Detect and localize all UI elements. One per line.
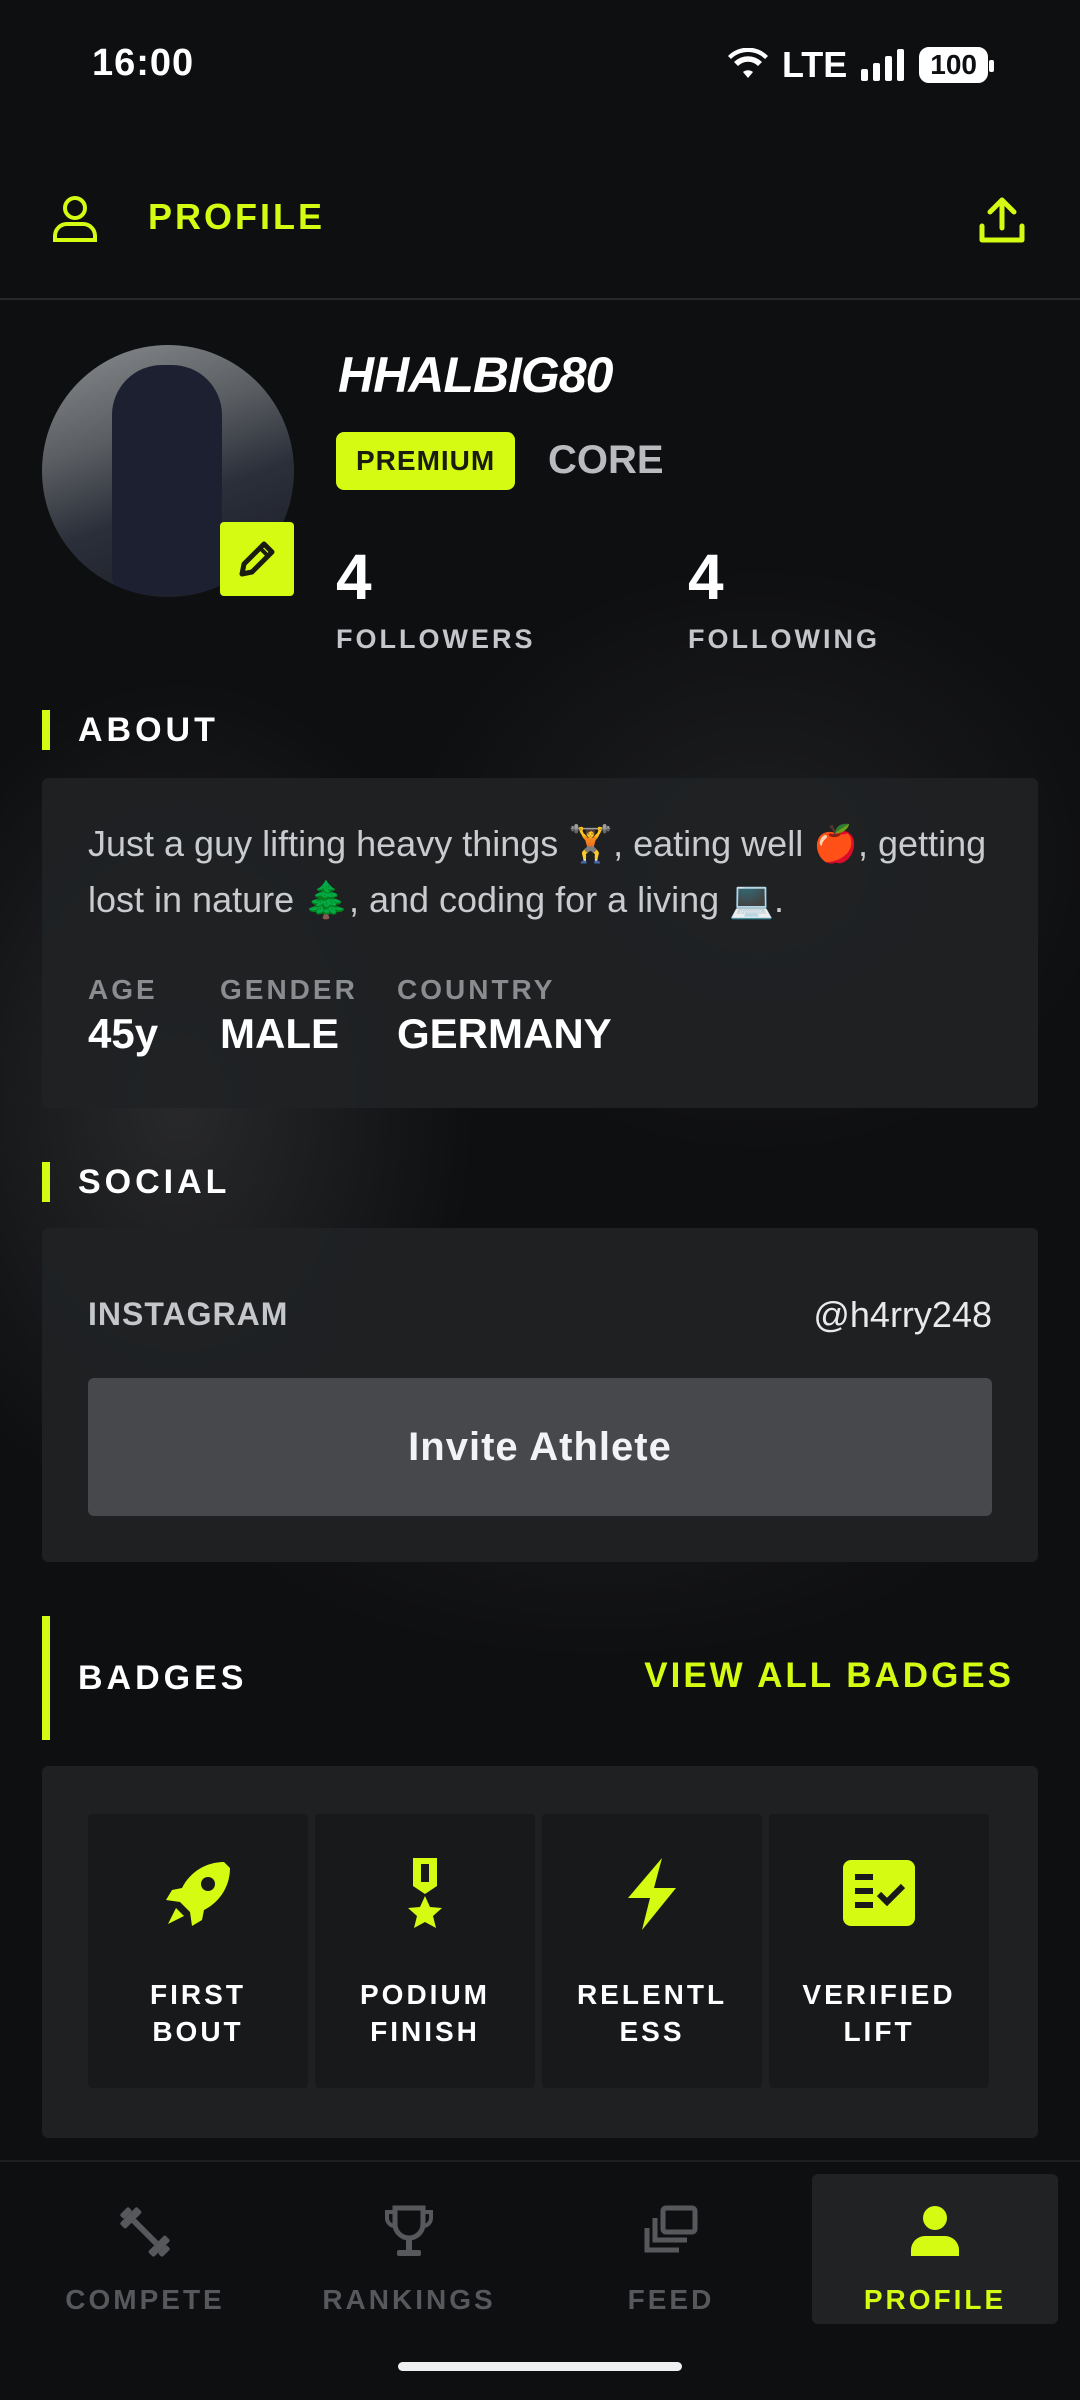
username: HHALBIG80 <box>338 347 613 403</box>
verified-list-icon <box>843 1860 915 1926</box>
country-label: COUNTRY <box>397 974 556 1005</box>
nav-compete[interactable]: COMPETE <box>22 2174 268 2324</box>
about-heading: ABOUT <box>78 710 219 749</box>
social-section-title: SOCIAL <box>42 1162 230 1202</box>
gender-label: GENDER <box>220 974 358 1005</box>
nav-feed[interactable]: FEED <box>548 2174 794 2324</box>
person-outline-icon <box>53 196 97 242</box>
age-label: AGE <box>88 974 158 1005</box>
invite-athlete-button[interactable]: Invite Athlete <box>88 1378 992 1516</box>
badge-relentless[interactable]: RELENTL ESS <box>542 1814 762 2088</box>
share-icon[interactable] <box>974 192 1030 248</box>
plan-badge: PREMIUM <box>336 432 516 490</box>
about-card: Just a guy lifting heavy things 🏋️, eati… <box>42 778 1038 1108</box>
nav-profile-label: PROFILE <box>863 2284 1007 2315</box>
followers-count[interactable]: 4 <box>336 540 372 614</box>
badge-label: PODIUM FINISH <box>360 1979 490 2047</box>
nav-feed-label: FEED <box>627 2284 715 2315</box>
home-indicator[interactable] <box>398 2362 682 2371</box>
badge-label: RELENTL ESS <box>576 1979 728 2047</box>
lightning-icon <box>628 1858 676 1930</box>
social-card: INSTAGRAM @h4rry248 Invite Athlete <box>42 1228 1038 1562</box>
wifi-icon <box>727 48 768 78</box>
network-type: LTE <box>781 44 848 85</box>
badge-label: FIRST BOUT <box>150 1979 246 2047</box>
signal-icon <box>861 49 905 81</box>
badges-heading: BADGES <box>78 1658 248 1697</box>
instagram-handle[interactable]: @h4rry248 <box>813 1294 992 1336</box>
section-accent-bar <box>42 1162 50 1202</box>
instagram-label: INSTAGRAM <box>88 1296 289 1332</box>
following-count[interactable]: 4 <box>688 540 724 614</box>
badges-card: FIRST BOUT PODIUM FINISH RELENTL ESS VER… <box>42 1766 1038 2138</box>
dumbbell-icon <box>120 2207 170 2257</box>
medal-icon <box>408 1858 442 1928</box>
tier-label: CORE <box>548 438 664 482</box>
age-value: 45y <box>88 1010 159 1057</box>
trophy-icon <box>385 2205 433 2256</box>
battery-indicator: 100 <box>919 47 994 83</box>
badge-verified-lift[interactable]: VERIFIED LIFT <box>769 1814 989 2088</box>
section-accent-bar <box>42 710 50 750</box>
person-icon <box>911 2206 959 2256</box>
avatar-photo-figure <box>112 365 222 595</box>
nav-rankings-label: RANKINGS <box>322 2284 496 2315</box>
badges-section-title: BADGES <box>42 1616 247 1740</box>
pencil-icon <box>239 541 275 577</box>
following-label[interactable]: FOLLOWING <box>688 624 880 655</box>
page-title: PROFILE <box>148 196 326 237</box>
section-accent-bar <box>42 1616 50 1740</box>
followers-label[interactable]: FOLLOWERS <box>336 624 535 655</box>
status-bar: 16:00 LTE 100 <box>0 0 1080 130</box>
country-value: GERMANY <box>397 1010 612 1057</box>
status-time: 16:00 <box>92 42 195 84</box>
rocket-icon <box>166 1862 230 1926</box>
nav-compete-label: COMPETE <box>65 2284 225 2315</box>
about-section-title: ABOUT <box>42 710 219 750</box>
view-all-badges-link[interactable]: VIEW ALL BADGES <box>644 1656 1014 1696</box>
badge-label: VERIFIED LIFT <box>802 1979 956 2047</box>
top-app-bar: PROFILE <box>0 170 1080 300</box>
edit-avatar-button[interactable] <box>220 522 294 596</box>
bio-text: Just a guy lifting heavy things 🏋️, eati… <box>88 823 987 920</box>
nav-profile[interactable]: PROFILE <box>812 2174 1058 2324</box>
badge-podium-finish[interactable]: PODIUM FINISH <box>315 1814 535 2088</box>
status-indicators: LTE 100 <box>727 44 994 86</box>
social-heading: SOCIAL <box>78 1162 231 1201</box>
nav-rankings[interactable]: RANKINGS <box>286 2174 532 2324</box>
gender-value: MALE <box>220 1010 339 1057</box>
badge-first-bout[interactable]: FIRST BOUT <box>88 1814 308 2088</box>
feed-icon <box>644 2205 698 2253</box>
